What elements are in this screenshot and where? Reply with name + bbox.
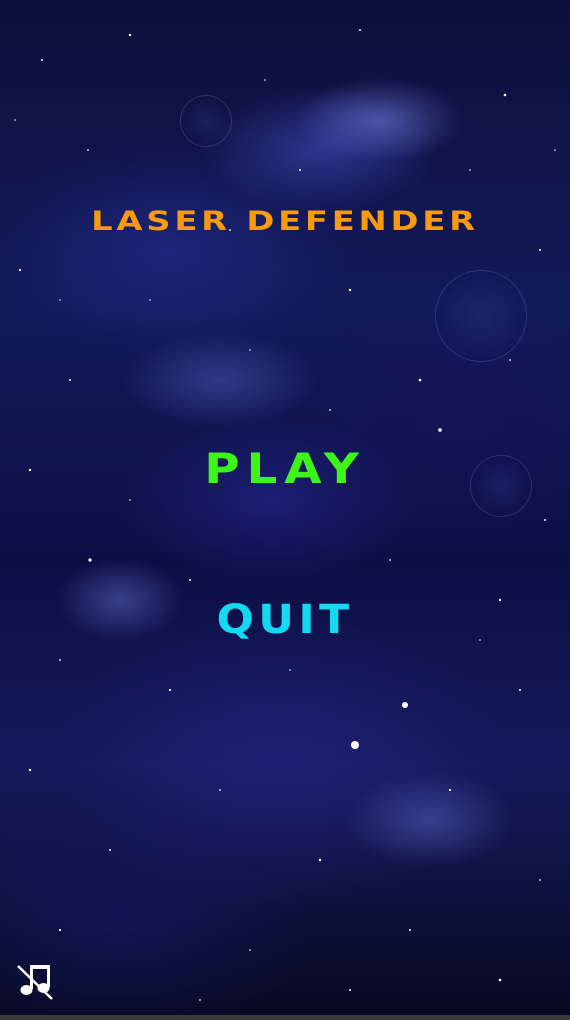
game-title: Laser Defender: [91, 206, 479, 237]
music-toggle-button[interactable]: [14, 962, 54, 1002]
play-button[interactable]: Play: [0, 444, 570, 493]
music-muted-icon: [17, 965, 53, 1000]
main-menu-screen: Laser Defender Play Quit: [0, 0, 570, 1020]
starfield: [14, 29, 556, 1001]
quit-button[interactable]: Quit: [0, 597, 570, 643]
bottom-bar: [0, 1015, 570, 1020]
